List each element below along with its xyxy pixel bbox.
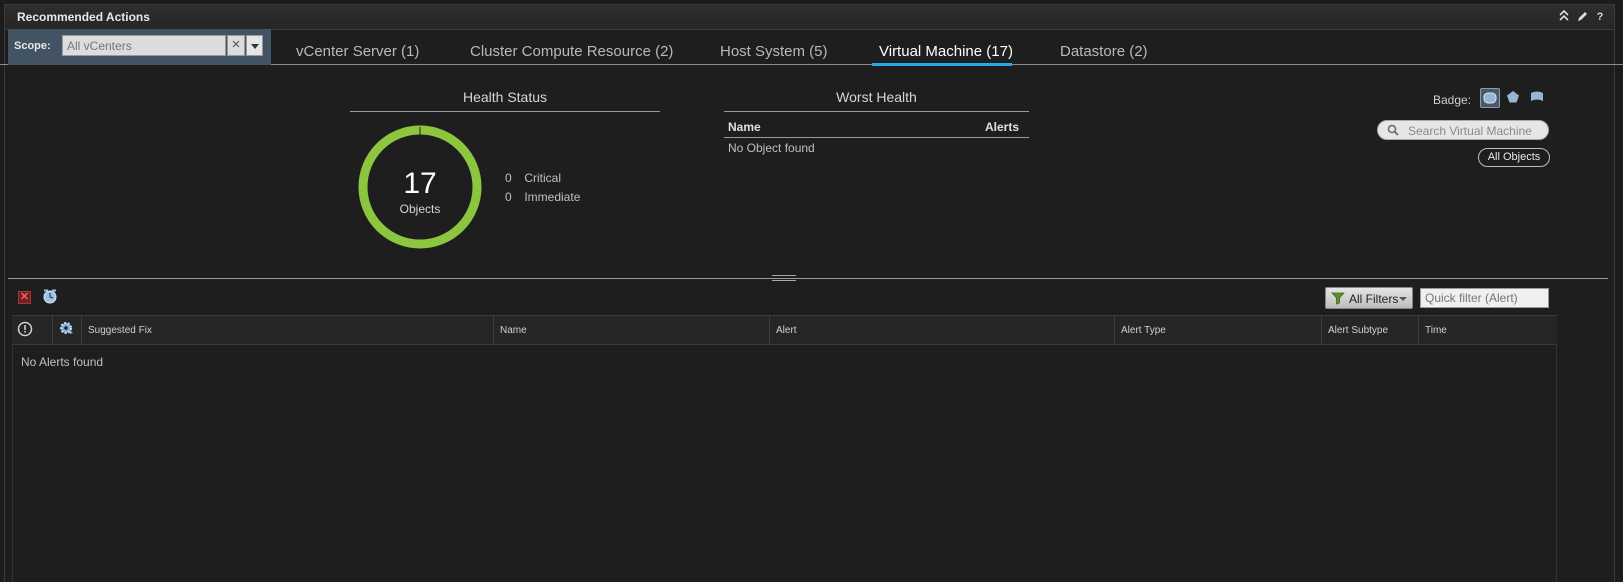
scope-clear-button[interactable]: × [227, 35, 245, 56]
col-actions[interactable] [53, 316, 82, 345]
suspend-alert-clock-icon[interactable] [42, 288, 58, 304]
legend-critical-label: Critical [524, 171, 562, 185]
col-alert[interactable]: Alert [770, 316, 1115, 345]
edit-icon[interactable] [1576, 10, 1588, 24]
worst-health-title: Worst Health [836, 89, 917, 105]
legend-critical: 0 Critical [505, 171, 561, 185]
collapse-icon[interactable] [1558, 9, 1570, 24]
panel-titlebar: Recommended Actions ? [5, 5, 1614, 30]
criticality-icon [17, 321, 33, 337]
legend-immediate-label: Immediate [524, 190, 581, 204]
health-object-label: Objects [399, 202, 441, 216]
gear-icon [60, 322, 73, 334]
search-placeholder: Search Virtual Machine [1408, 124, 1532, 138]
section-divider [8, 278, 1608, 279]
health-badge-icon[interactable] [1480, 88, 1500, 108]
legend-critical-count: 0 [505, 171, 512, 185]
health-object-count: 17 [403, 167, 437, 200]
worst-col-alerts[interactable]: Alerts [985, 120, 1019, 134]
cancel-alert-icon[interactable]: ✕ [18, 291, 31, 304]
resize-grip-handle[interactable] [772, 275, 796, 281]
efficiency-badge-icon[interactable] [1528, 88, 1548, 108]
col-time[interactable]: Time [1419, 316, 1557, 345]
col-alert-subtype[interactable]: Alert Subtype [1322, 316, 1419, 345]
scope-input[interactable] [62, 35, 226, 56]
title-icons: ? [1558, 9, 1606, 24]
alerts-grid-header: Suggested Fix Name Alert Alert Type Aler… [12, 315, 1557, 345]
tab-virtual-machine[interactable]: Virtual Machine (17) [879, 43, 1013, 60]
help-icon[interactable]: ? [1594, 10, 1606, 24]
search-virtual-machine-input[interactable]: Search Virtual Machine [1377, 120, 1549, 140]
worst-title-divider [724, 111, 1029, 112]
scope-bar: Scope: × [8, 29, 271, 65]
risk-badge-icon[interactable] [1504, 88, 1524, 108]
col-name[interactable]: Name [494, 316, 770, 345]
worst-empty-message: No Object found [728, 141, 815, 155]
all-objects-button[interactable]: All Objects [1478, 148, 1550, 167]
tab-cluster-compute-resource[interactable]: Cluster Compute Resource (2) [470, 43, 673, 60]
scope-label: Scope: [14, 40, 51, 52]
all-filters-dropdown[interactable]: All Filters [1325, 287, 1413, 309]
col-alert-type[interactable]: Alert Type [1115, 316, 1322, 345]
chevron-down-icon [1399, 297, 1407, 301]
all-filters-label: All Filters [1349, 292, 1399, 306]
col-criticality[interactable] [12, 316, 53, 345]
worst-col-name[interactable]: Name [728, 120, 761, 134]
alerts-grid-body [12, 345, 1557, 582]
filter-icon [1331, 292, 1345, 305]
search-icon [1387, 124, 1399, 136]
tab-vcenter-server[interactable]: vCenter Server (1) [296, 43, 419, 60]
tab-host-system[interactable]: Host System (5) [720, 43, 828, 60]
panel-title: Recommended Actions [17, 10, 150, 24]
quick-filter-input[interactable] [1420, 288, 1549, 308]
health-status-title: Health Status [462, 89, 548, 105]
legend-immediate: 0 Immediate [505, 190, 580, 204]
tab-datastore[interactable]: Datastore (2) [1060, 43, 1148, 60]
health-title-divider [350, 111, 660, 112]
col-suggested-fix[interactable]: Suggested Fix [82, 316, 494, 345]
alerts-empty-message: No Alerts found [21, 355, 104, 369]
scope-dropdown-button[interactable] [246, 35, 263, 56]
legend-immediate-count: 0 [505, 190, 512, 204]
badge-label: Badge: [1433, 93, 1472, 107]
active-tab-indicator [872, 63, 1012, 66]
worst-header-divider [724, 137, 1029, 138]
